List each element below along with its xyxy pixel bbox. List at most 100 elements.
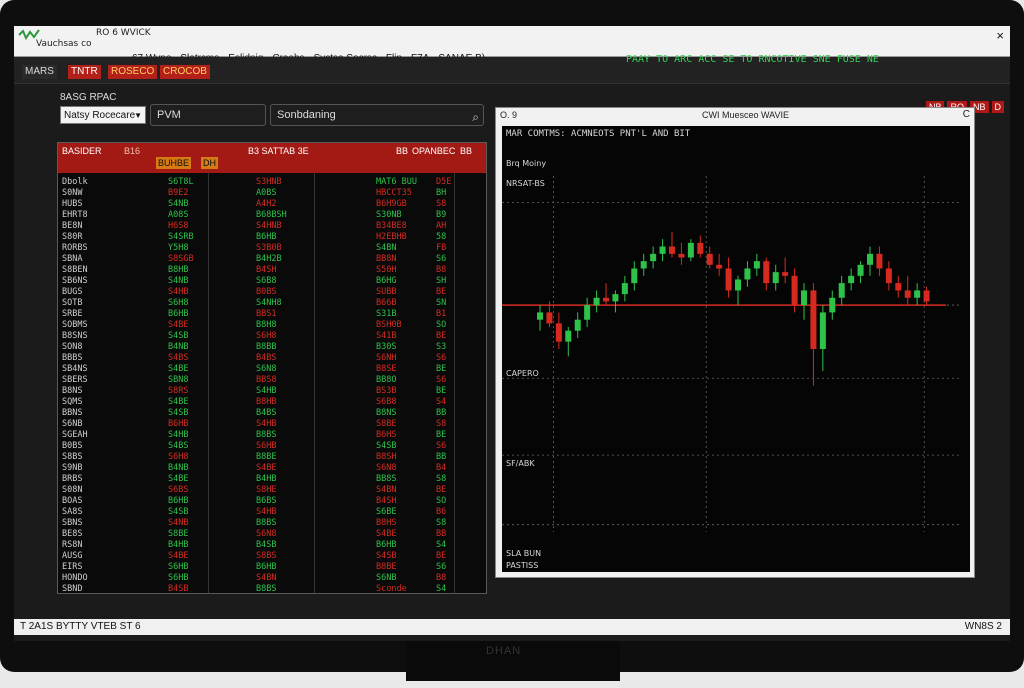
table-cell: S6N8 [376, 463, 397, 473]
table-cell: BE [436, 331, 447, 341]
table-cell: SQMS [62, 397, 83, 407]
column-header[interactable]: B16 [124, 146, 140, 156]
candle-body[interactable] [593, 297, 600, 306]
table-cell: B6 [436, 507, 447, 517]
table-cell: S4SB [168, 507, 189, 517]
candle-body[interactable] [782, 272, 789, 276]
chart-close-button[interactable]: C [963, 109, 970, 120]
candle-body[interactable] [669, 246, 675, 254]
candle-body[interactable] [772, 272, 779, 284]
table-cell: BE8S [62, 529, 83, 539]
candle-body[interactable] [857, 264, 864, 276]
column-header[interactable]: BASIDER [62, 146, 102, 156]
candlestick-chart[interactable]: MAR COMTMS: ACMNEOTS PNT'L AND BIT Brq M… [502, 126, 970, 572]
table-cell: S4SRB [168, 232, 194, 242]
candle-body[interactable] [895, 283, 902, 291]
table-cell: BBBS [62, 353, 83, 363]
toolbar-button[interactable]: CROCOB [160, 65, 210, 79]
candle-body[interactable] [735, 279, 741, 291]
back-button[interactable]: O. 9 [500, 110, 517, 120]
table-cell: S4SB [168, 408, 189, 418]
search-icon[interactable]: ⌕ [472, 107, 479, 127]
table-cell: S6HB [168, 573, 189, 583]
candle-body[interactable] [621, 283, 628, 295]
table-cell: SOTB [62, 298, 83, 308]
candle-body[interactable] [848, 275, 855, 284]
candle-body[interactable] [565, 330, 572, 342]
candle-body[interactable] [678, 253, 685, 258]
candle-body[interactable] [810, 290, 817, 349]
candle-body[interactable] [763, 261, 770, 284]
candle-body[interactable] [631, 268, 638, 284]
candle-body[interactable] [829, 297, 836, 313]
table-cell: SH [436, 276, 447, 286]
search-input[interactable]: Sonbdaning ⌕ [270, 104, 484, 126]
candle-body[interactable] [659, 246, 666, 254]
candle-body[interactable] [537, 312, 543, 320]
table-header: BASIDER B16 BUHBE DH B3 SATTAB 3E BB OPA… [58, 143, 486, 173]
toolbar-button[interactable]: ROSECO [108, 65, 158, 79]
table-cell: HUBS [62, 199, 83, 209]
table-cell: BBS8 [256, 375, 277, 385]
candle-body[interactable] [819, 312, 826, 349]
candle-body[interactable] [801, 290, 807, 306]
candle-body[interactable] [603, 297, 609, 302]
candle-body[interactable] [744, 268, 751, 280]
table-cell: B6HB [256, 232, 277, 242]
candle-body[interactable] [867, 253, 873, 265]
table-cell: S4SB [376, 441, 397, 451]
candle-body[interactable] [706, 253, 713, 265]
toolbar-button[interactable]: TNTR [68, 65, 101, 79]
column-header[interactable]: B3 SATTAB 3E [248, 146, 309, 156]
column-header[interactable]: OPANBEC [412, 146, 455, 156]
category-select[interactable]: Natsy Rocecare ▼ [60, 106, 146, 124]
toolbar-button[interactable]: MARS [22, 65, 57, 79]
table-cell: B4NB [168, 342, 189, 352]
table-cell: FB [436, 243, 447, 253]
table-cell: B8 [436, 265, 447, 275]
window-button[interactable]: D [991, 101, 1004, 113]
table-cell: S6HB [168, 562, 189, 572]
candle-body[interactable] [546, 312, 553, 324]
candle-body[interactable] [650, 253, 657, 262]
candle-body[interactable] [904, 290, 911, 298]
candle-body[interactable] [838, 283, 845, 298]
search-value: Sonbdaning [277, 109, 336, 121]
column-subheader[interactable]: DH [201, 157, 218, 169]
table-cell: S9NB [62, 463, 83, 473]
candle-body[interactable] [791, 275, 798, 306]
candle-body[interactable] [876, 253, 883, 269]
table-cell: S4BN [256, 573, 277, 583]
table-cell: S6BS [168, 485, 189, 495]
candle-body[interactable] [923, 290, 930, 302]
candle-body[interactable] [697, 242, 704, 254]
table-cell: BRBS [62, 474, 83, 484]
candle-body[interactable] [687, 242, 694, 258]
candle-body[interactable] [555, 323, 562, 342]
close-icon[interactable]: × [996, 28, 1004, 43]
column-header[interactable]: BB [396, 146, 408, 156]
app-window: RO 6 WVICK Vauchsas co × 67 WyneSlatrcms… [14, 26, 1010, 641]
candle-body[interactable] [612, 294, 619, 302]
column-header[interactable]: BB [460, 146, 472, 156]
ticker-text: PAAY TO ARC ACC SE TO RNCOTIVE SNE FUSE … [626, 54, 879, 65]
candle-body[interactable] [574, 319, 581, 331]
symbol-input[interactable]: PVM [150, 104, 266, 126]
table-cell: BB8O [376, 375, 397, 385]
table-row[interactable]: SBND B4SB B8BS Sconde S4 [58, 584, 486, 593]
candle-body[interactable] [640, 261, 647, 269]
candle-body[interactable] [885, 268, 892, 284]
table-cell: S4 [436, 540, 447, 550]
candle-body[interactable] [753, 261, 760, 269]
table-cell: B8SH [376, 452, 397, 462]
column-subheader[interactable]: BUHBE [156, 157, 192, 169]
table-cell: B6HB [256, 562, 277, 572]
candle-body[interactable] [584, 305, 591, 320]
table-cell: S4BE [168, 551, 189, 561]
candle-body[interactable] [914, 290, 921, 298]
table-cell: BE [436, 485, 447, 495]
table-cell: SBNA [62, 254, 83, 264]
table-cell: A4H2 [256, 199, 277, 209]
candle-body[interactable] [725, 268, 732, 291]
candle-body[interactable] [716, 264, 723, 269]
